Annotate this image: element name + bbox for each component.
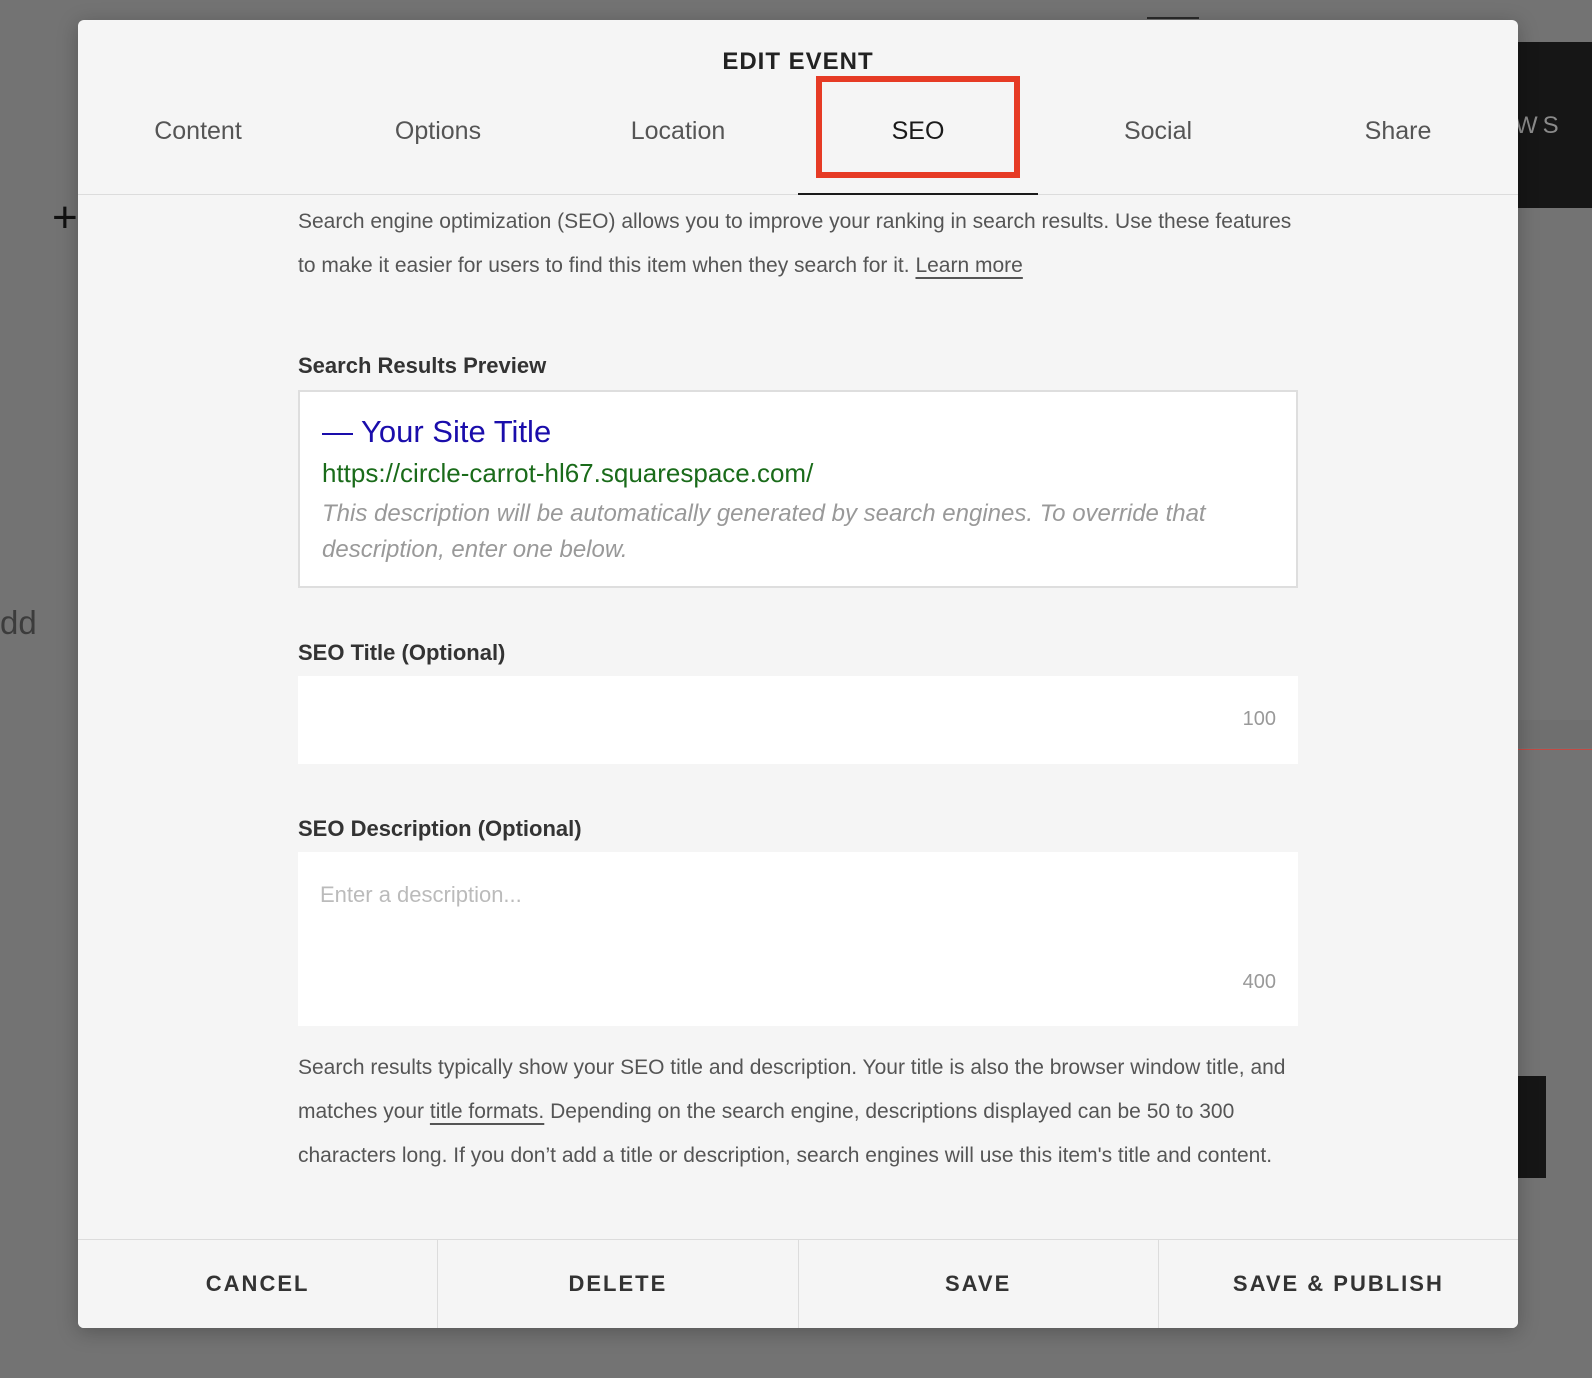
seo-title-label: SEO Title (Optional): [298, 640, 506, 665]
dialog-title: EDIT EVENT: [722, 48, 874, 75]
save-button[interactable]: SAVE: [799, 1240, 1159, 1328]
tab-options[interactable]: Options: [318, 110, 558, 194]
seo-panel: Search engine optimization (SEO) allows …: [298, 200, 1298, 1167]
background-top-mark: [1147, 17, 1199, 19]
tab-bar: Content Options Location SEO Social Shar…: [78, 110, 1518, 195]
seo-description-field: 400: [298, 852, 1298, 1026]
seo-title-char-counter: 100: [1242, 708, 1276, 730]
seo-title-input[interactable]: [298, 676, 1298, 764]
seo-intro-text: Search engine optimization (SEO) allows …: [298, 210, 1292, 277]
title-formats-link[interactable]: title formats.: [430, 1100, 544, 1123]
cancel-button[interactable]: CANCEL: [78, 1240, 439, 1328]
tab-social[interactable]: Social: [1038, 110, 1278, 194]
preview-title: — Your Site Title: [322, 414, 552, 449]
tab-location[interactable]: Location: [558, 110, 798, 194]
seo-intro: Search engine optimization (SEO) allows …: [298, 200, 1298, 288]
preview-description: This description will be automatically g…: [322, 500, 1206, 563]
edit-event-dialog: EDIT EVENT Content Options Location SEO …: [78, 20, 1518, 1328]
preview-url: https://circle-carrot-hl67.squarespace.c…: [322, 458, 814, 488]
background-plus-icon: +: [52, 193, 78, 242]
background-side-text: WS: [1515, 112, 1564, 139]
background-side-label: dd: [0, 604, 37, 641]
learn-more-link[interactable]: Learn more: [915, 254, 1022, 277]
dialog-footer: CANCEL DELETE SAVE SAVE & PUBLISH: [78, 1239, 1518, 1328]
delete-button[interactable]: DELETE: [438, 1240, 799, 1328]
save-and-publish-button[interactable]: SAVE & PUBLISH: [1159, 1240, 1518, 1328]
search-results-preview-label: Search Results Preview: [298, 353, 547, 378]
seo-description-char-counter: 400: [1242, 971, 1276, 993]
tab-share[interactable]: Share: [1278, 110, 1518, 194]
seo-description-input[interactable]: [298, 852, 1298, 1026]
seo-description-label: SEO Description (Optional): [298, 816, 582, 841]
search-results-preview: — Your Site Title https://circle-carrot-…: [298, 390, 1298, 588]
seo-footnote: Search results typically show your SEO t…: [298, 1046, 1298, 1178]
tab-content[interactable]: Content: [78, 110, 318, 194]
tab-seo[interactable]: SEO: [798, 110, 1038, 195]
seo-title-field: 100: [298, 676, 1298, 764]
